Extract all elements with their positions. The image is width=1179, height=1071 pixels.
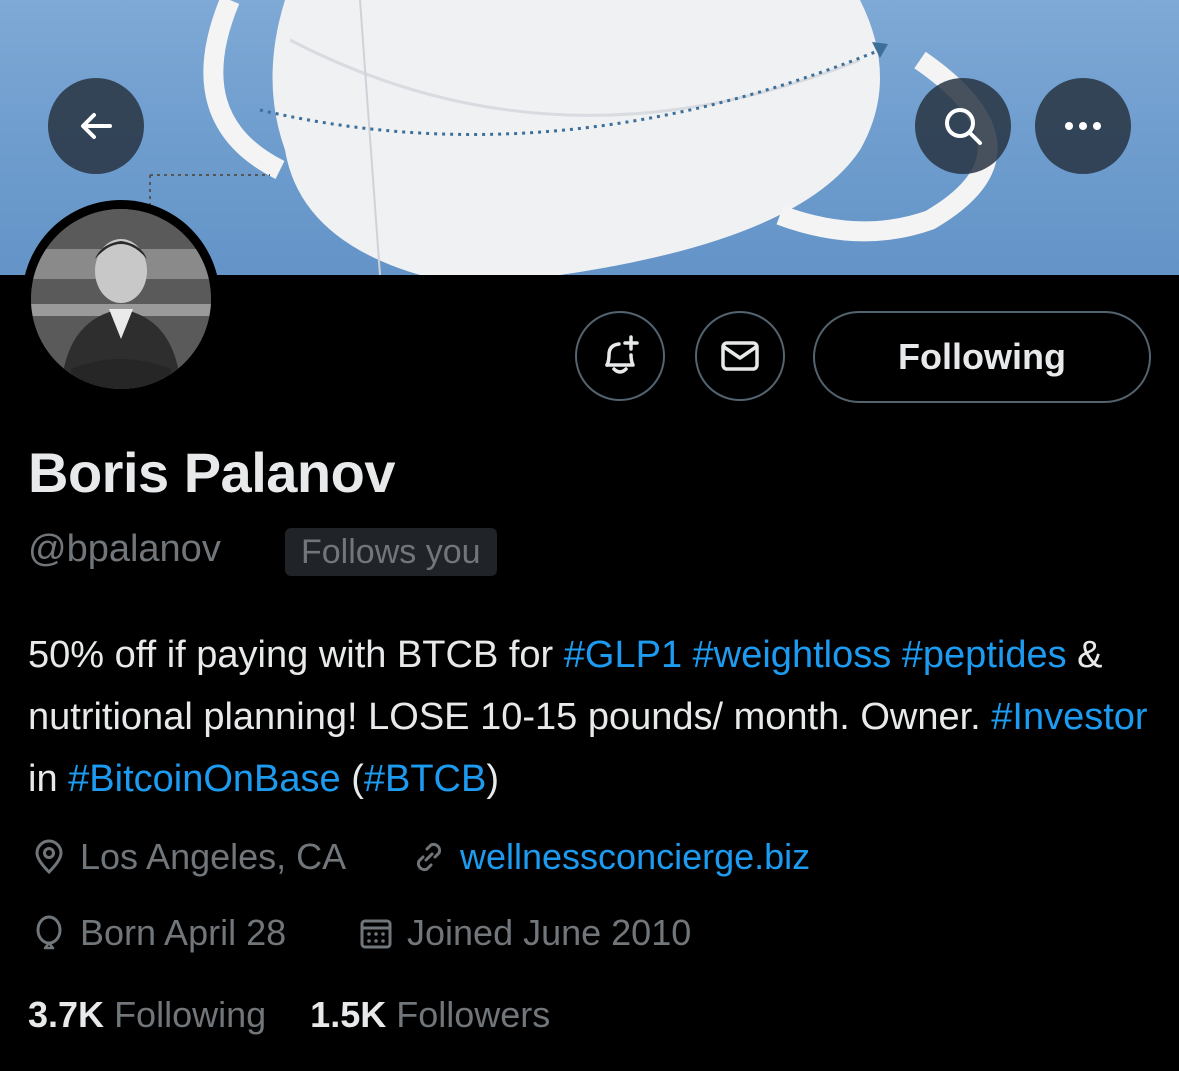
profile-bio: 50% off if paying with BTCB for #GLP1 #w… [28,624,1148,810]
joined-date: Joined June 2010 [357,912,691,954]
hashtag-link[interactable]: #BTCB [364,758,486,800]
hashtag-link[interactable]: #BitcoinOnBase [68,758,341,800]
location-text: Los Angeles, CA [80,836,347,877]
back-button[interactable] [48,78,144,174]
following-button[interactable]: Following [813,311,1151,403]
following-stat[interactable]: 3.7K Following [28,994,266,1035]
bio-text: ( [340,758,364,800]
location: Los Angeles, CA [30,836,346,878]
location-pin-icon [35,839,63,875]
message-button[interactable] [695,311,785,401]
hashtag-link[interactable]: #weightloss [693,634,892,676]
followers-count: 1.5K [310,994,387,1035]
notify-button[interactable] [575,311,665,401]
birthday-text: Born April 28 [80,912,287,953]
bio-text [682,634,693,676]
followers-stat-label: Followers [396,994,551,1035]
link-icon [416,842,442,872]
hashtag-link[interactable]: #GLP1 [564,634,682,676]
envelope-icon [721,341,759,371]
hashtag-link[interactable]: #peptides [902,634,1067,676]
follows-you-badge: Follows you [285,528,497,576]
website[interactable]: wellnessconcierge.biz [410,836,810,878]
bio-text: 50% off if paying with BTCB for [28,634,564,676]
birthday: Born April 28 [30,912,286,954]
arrow-left-icon [81,113,112,139]
avatar-photo [31,209,211,389]
following-stat-label: Following [114,994,267,1035]
followers-stat[interactable]: 1.5K Followers [310,994,550,1035]
hashtag-link[interactable]: #Investor [991,696,1147,738]
search-button[interactable] [915,78,1011,174]
avatar[interactable] [22,200,220,398]
joined-text: Joined June 2010 [407,912,692,953]
following-count: 3.7K [28,994,105,1035]
website-link[interactable]: wellnessconcierge.biz [460,836,810,878]
bell-plus-icon [605,335,639,374]
more-horizontal-icon [1065,122,1101,130]
balloon-icon [36,915,62,950]
profile-handle: @bpalanov [28,528,221,570]
bio-text: in [28,758,69,800]
bio-text: ) [486,758,499,800]
bio-text [891,634,902,676]
follow-stats: 3.7K Following 1.5K Followers [28,994,550,1036]
calendar-icon [360,919,392,949]
more-button[interactable] [1035,78,1131,174]
profile-name: Boris Palanov [28,441,395,504]
search-icon [945,108,982,145]
